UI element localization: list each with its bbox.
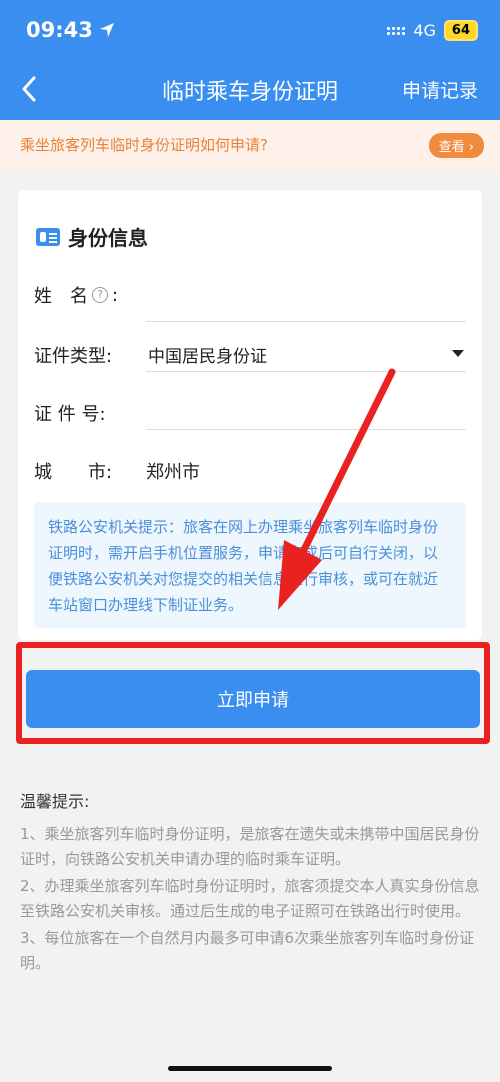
location-arrow-icon <box>99 23 114 37</box>
identity-form-card: 身份信息 姓 名 ? : 证件类型: 中国居民身份证 证 件 号: 城 市: 郑… <box>18 190 482 640</box>
dropdown-caret-icon <box>452 350 464 357</box>
warm-tips: 温馨提示: 1、乘坐旅客列车临时身份证明，是旅客在遗失或未携带中国居民身份证时，… <box>20 788 484 978</box>
name-colon: : <box>112 284 119 306</box>
network-type: 4G <box>413 21 436 40</box>
warm-tips-title: 温馨提示: <box>20 792 90 811</box>
name-label-text: 姓 名 <box>34 286 88 307</box>
header: 09:43 4G 64 临时乘车身份证明 申请记录 <box>0 0 500 120</box>
id-card-icon <box>36 227 60 246</box>
status-time: 09:43 <box>26 18 115 42</box>
id-number-label: 证 件 号: <box>34 404 106 425</box>
section-title: 身份信息 <box>36 222 148 251</box>
warm-tip-item: 3、每位旅客在一个自然月内最多可申请6次乘坐旅客列车临时身份证明。 <box>20 929 475 972</box>
home-indicator[interactable] <box>168 1066 332 1071</box>
name-label: 姓 名 ? : <box>34 282 118 308</box>
warm-tip-item: 1、乘坐旅客列车临时身份证明，是旅客在遗失或未携带中国居民身份证时，向铁路公安机… <box>20 825 480 868</box>
id-type-select[interactable]: 中国居民身份证 <box>146 332 466 372</box>
highlight-box <box>16 642 490 744</box>
police-tip: 铁路公安机关提示：旅客在网上办理乘坐旅客列车临时身份证明时，需开启手机位置服务，… <box>34 502 466 628</box>
id-type-label: 证件类型: <box>34 346 113 367</box>
view-button[interactable]: 查看 › <box>428 133 484 158</box>
name-field[interactable] <box>146 282 466 322</box>
battery-icon: 64 <box>443 20 478 41</box>
notice-banner: 乘坐旅客列车临时身份证明如何申请? 查看 › <box>0 120 500 170</box>
status-indicators: 4G 64 <box>387 20 478 41</box>
city-label: 城 市: <box>34 462 113 483</box>
city-value[interactable]: 郑州市 <box>146 458 200 484</box>
id-number-field[interactable] <box>146 390 466 430</box>
view-button-label: 查看 <box>438 140 465 155</box>
notice-text[interactable]: 乘坐旅客列车临时身份证明如何申请? <box>20 134 268 155</box>
help-icon[interactable]: ? <box>92 287 108 303</box>
warm-tip-item: 2、办理乘坐旅客列车临时身份证明时，旅客须提交本人真实身份信息至铁路公安机关审核… <box>20 877 480 920</box>
application-records-link[interactable]: 申请记录 <box>402 76 478 103</box>
id-type-value: 中国居民身份证 <box>148 347 267 367</box>
section-title-label: 身份信息 <box>68 226 148 250</box>
signal-icon <box>387 26 406 35</box>
